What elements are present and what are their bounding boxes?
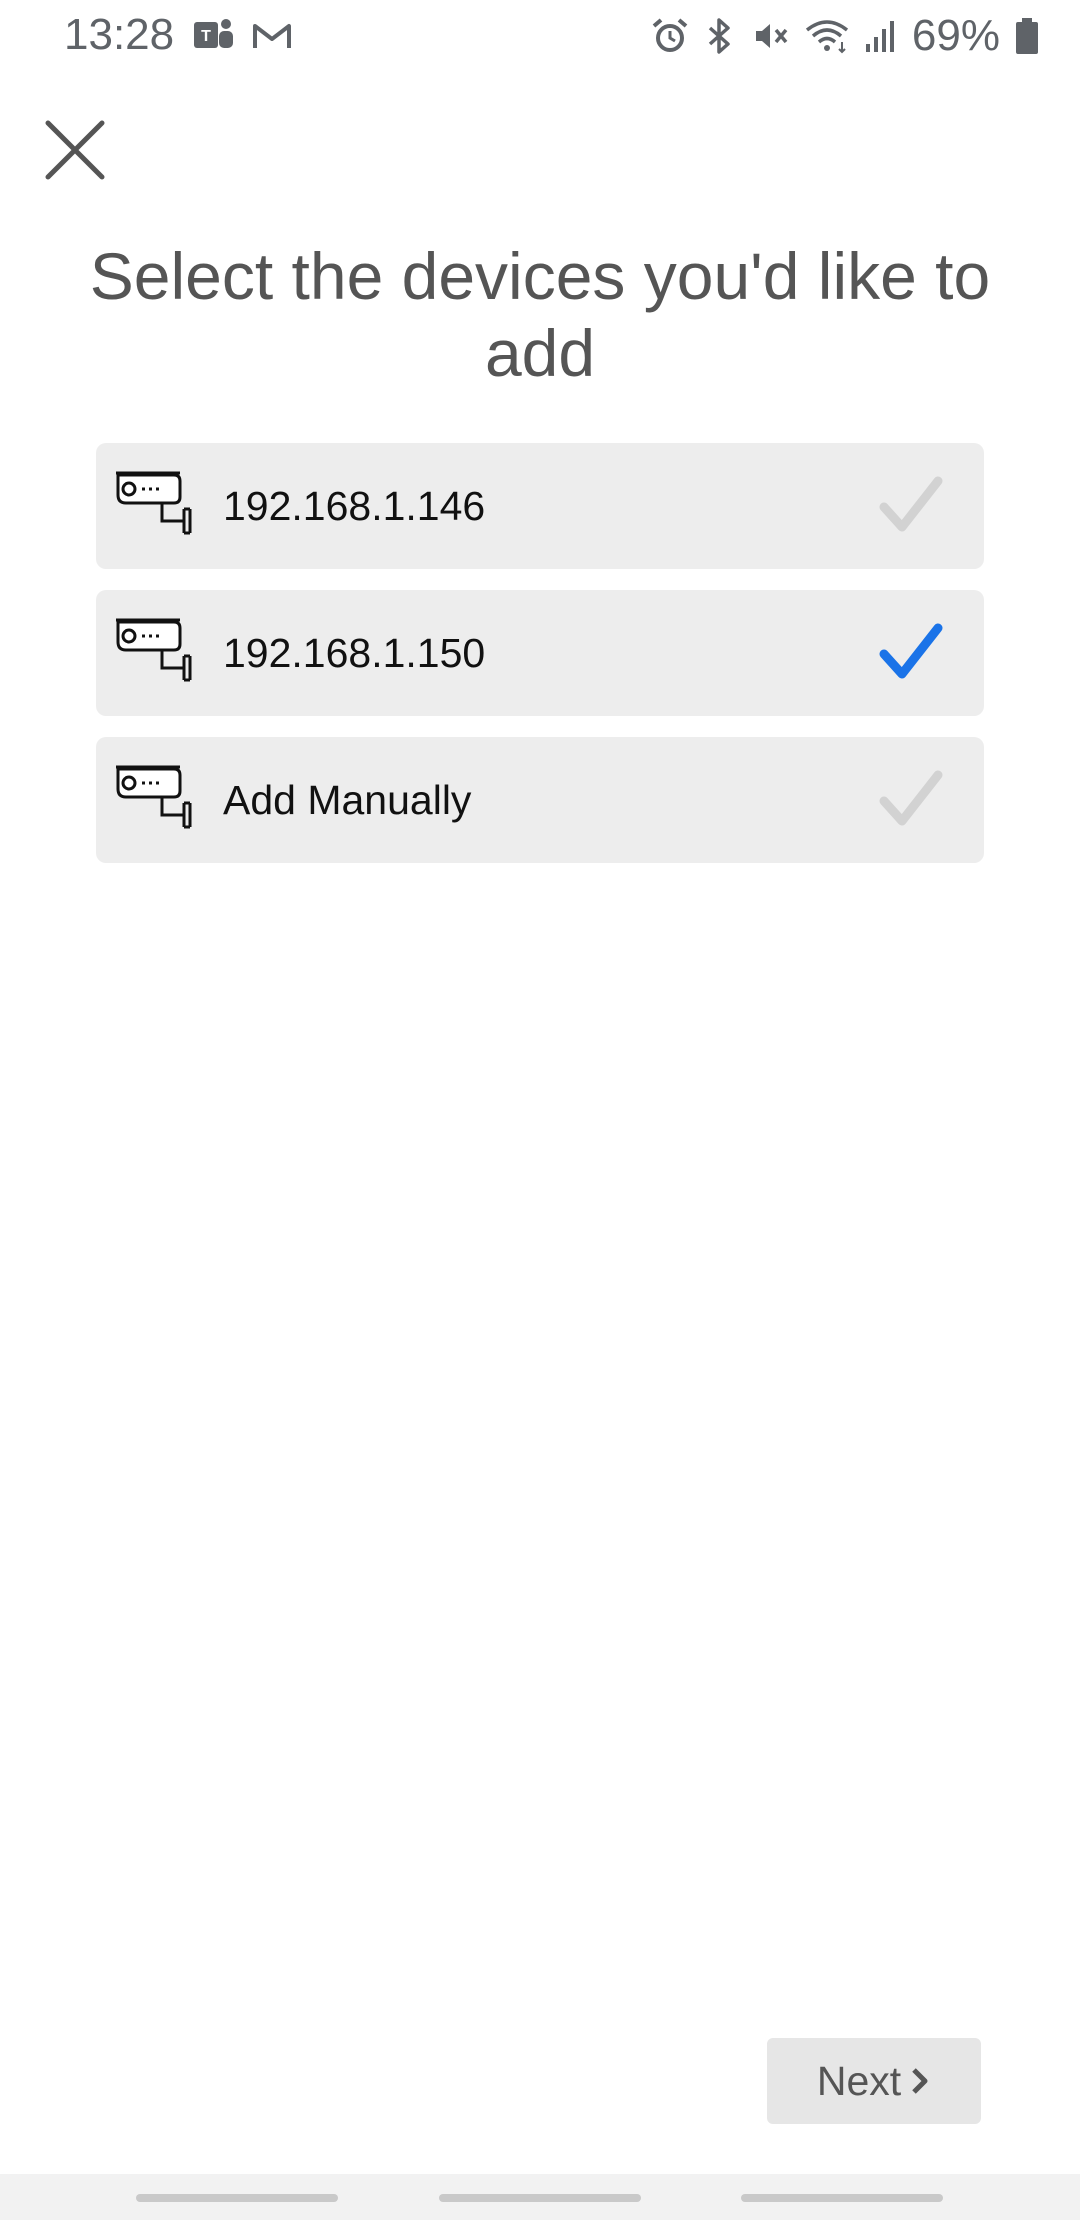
- close-icon: [45, 120, 105, 180]
- device-label: 192.168.1.150: [223, 630, 486, 676]
- wifi-icon: [804, 16, 850, 56]
- next-button[interactable]: Next: [767, 2038, 981, 2124]
- nav-recents-button[interactable]: [136, 2194, 338, 2202]
- battery-percent: 69%: [911, 11, 1000, 60]
- page-title: Select the devices you'd like to add: [89, 239, 991, 390]
- bluetooth-icon: [704, 16, 736, 56]
- check-icon: [879, 476, 943, 532]
- navigation-bar: [0, 2174, 1080, 2220]
- check-icon-selected: [879, 623, 943, 679]
- device-list: 192.168.1.146 192.168.1.150 Add Manually: [96, 443, 984, 884]
- status-bar: 13:28 T 69%: [0, 0, 1080, 72]
- battery-icon: [1014, 16, 1040, 56]
- gmail-icon: [250, 14, 294, 63]
- device-item-192-168-1-146[interactable]: 192.168.1.146: [96, 443, 984, 569]
- device-item-add-manually[interactable]: Add Manually: [96, 737, 984, 863]
- svg-text:T: T: [201, 28, 211, 45]
- next-label: Next: [816, 2057, 902, 2104]
- teams-icon: T: [192, 14, 236, 63]
- security-camera-icon: [116, 471, 192, 535]
- alarm-icon: [650, 16, 690, 56]
- device-item-192-168-1-150[interactable]: 192.168.1.150: [96, 590, 984, 716]
- device-label: 192.168.1.146: [223, 483, 486, 529]
- security-camera-icon: [116, 618, 192, 682]
- chevron-right-icon: [912, 2068, 928, 2094]
- nav-home-button[interactable]: [439, 2194, 641, 2202]
- signal-icon: [864, 16, 898, 56]
- nav-back-button[interactable]: [741, 2194, 943, 2202]
- check-icon: [879, 770, 943, 826]
- mute-icon: [750, 16, 790, 56]
- device-label: Add Manually: [223, 777, 472, 823]
- status-time: 13:28: [64, 10, 175, 59]
- close-button[interactable]: [40, 115, 110, 185]
- security-camera-icon: [116, 765, 192, 829]
